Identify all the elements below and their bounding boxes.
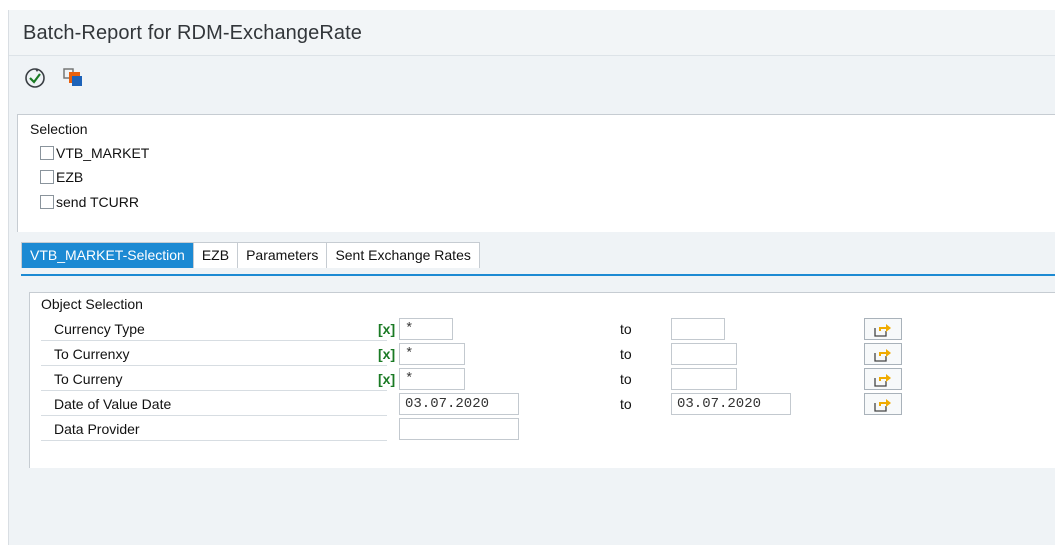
data-provider-input[interactable] <box>399 418 519 440</box>
to-curreny-from-input[interactable]: * <box>399 368 465 390</box>
row-label-data-provider: Data Provider <box>41 417 387 441</box>
object-selection-frame: Object Selection Currency Type [x] * to … <box>29 292 1055 468</box>
currency-type-from-input[interactable]: * <box>399 318 453 340</box>
checkbox-send-tcurr[interactable] <box>40 195 54 209</box>
to-currenxy-to-input[interactable] <box>671 343 737 365</box>
variant-icon <box>63 68 82 86</box>
row-label-currency-type: Currency Type <box>41 317 387 341</box>
tab-ezb[interactable]: EZB <box>193 243 239 268</box>
to-label: to <box>620 346 632 362</box>
checkbox-ezb[interactable] <box>40 170 54 184</box>
checkbox-row-send-tcurr: send TCURR <box>40 192 139 212</box>
currency-type-to-input[interactable] <box>671 318 725 340</box>
tab-strip: VTB_MARKET-Selection EZB Parameters Sent… <box>21 242 480 268</box>
to-curreny-to-input[interactable] <box>671 368 737 390</box>
checkbox-row-vtb-market: VTB_MARKET <box>40 143 149 163</box>
value-date-from-input[interactable]: 03.07.2020 <box>399 393 519 415</box>
execute-button[interactable] <box>23 66 47 90</box>
value-date-multiple-selection-button[interactable] <box>864 393 902 415</box>
to-label: to <box>620 396 632 412</box>
multiple-selection-flag: [x] <box>378 346 396 362</box>
value-date-to-input[interactable]: 03.07.2020 <box>671 393 791 415</box>
multiple-selection-flag: [x] <box>378 371 396 387</box>
app-window: Batch-Report for RDM-ExchangeRate Select… <box>8 10 1055 545</box>
checkbox-label: send TCURR <box>56 194 139 210</box>
to-label: to <box>620 371 632 387</box>
object-selection-title: Object Selection <box>41 296 143 312</box>
variant-button[interactable] <box>61 66 85 90</box>
execute-icon <box>25 68 45 88</box>
multiple-selection-arrow-icon <box>874 349 891 362</box>
to-currenxy-multiple-selection-button[interactable] <box>864 343 902 365</box>
row-label-to-curreny: To Curreny <box>41 367 387 391</box>
page-title: Batch-Report for RDM-ExchangeRate <box>23 22 362 44</box>
selection-title: Selection <box>30 121 88 137</box>
currency-type-multiple-selection-button[interactable] <box>864 318 902 340</box>
checkbox-label: EZB <box>56 169 84 185</box>
checkbox-label: VTB_MARKET <box>56 145 150 161</box>
selection-frame: Selection VTB_MARKET EZB send TCURR <box>17 114 1055 232</box>
to-label: to <box>620 321 632 337</box>
row-label-date-of-value-date: Date of Value Date <box>41 392 387 416</box>
multiple-selection-arrow-icon <box>874 374 891 387</box>
checkbox-row-ezb: EZB <box>40 167 83 187</box>
title-bar: Batch-Report for RDM-ExchangeRate <box>9 10 1055 56</box>
multiple-selection-flag: [x] <box>378 321 396 337</box>
to-currenxy-from-input[interactable]: * <box>399 343 465 365</box>
tab-parameters[interactable]: Parameters <box>238 243 328 268</box>
checkbox-vtb-market[interactable] <box>40 146 54 160</box>
to-curreny-multiple-selection-button[interactable] <box>864 368 902 390</box>
row-label-to-currenxy: To Currenxy <box>41 342 387 366</box>
multiple-selection-arrow-icon <box>874 324 891 337</box>
multiple-selection-arrow-icon <box>874 399 891 412</box>
tab-sent-exchange-rates[interactable]: Sent Exchange Rates <box>327 243 480 268</box>
tab-vtb-market-selection[interactable]: VTB_MARKET-Selection <box>22 243 194 268</box>
